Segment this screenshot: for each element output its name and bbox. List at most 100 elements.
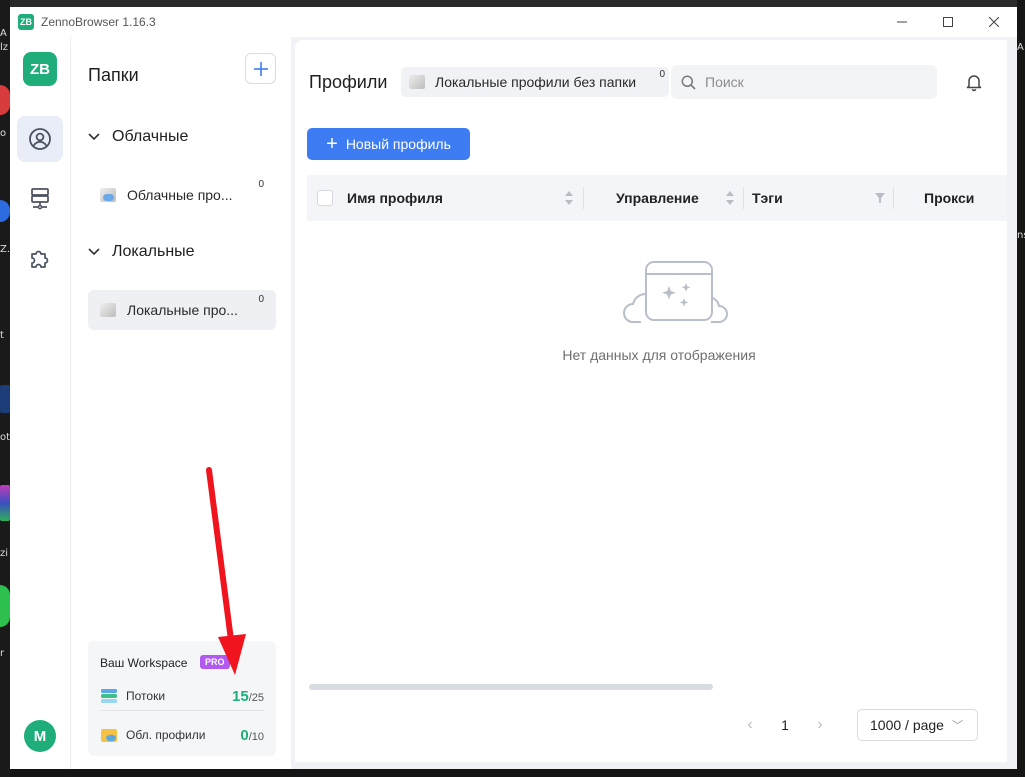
chevron-down-icon [88, 133, 100, 141]
sort-icon[interactable] [725, 189, 735, 207]
desktop-label-fragment: ot [0, 432, 11, 443]
breadcrumb-label: Локальные профили без папки [435, 74, 637, 90]
new-profile-label: Новый профиль [345, 136, 451, 152]
prev-page-button[interactable]: ‹ [735, 716, 765, 734]
desktop-label-fragment: lz [0, 42, 9, 53]
folder-count: 0 [258, 179, 264, 190]
threads-total: /25 [248, 691, 264, 704]
app-badge-icon: ZB [18, 14, 34, 30]
desktop-label-fragment: o [0, 128, 7, 139]
group-cloud-toggle[interactable]: Облачные [88, 128, 188, 146]
sort-icon[interactable] [564, 189, 574, 207]
cloud-folder-icon [101, 729, 117, 742]
pagination: ‹ 1 › 1000 / page ﹀ [735, 709, 978, 741]
column-header-name[interactable]: Имя профиля [347, 175, 443, 221]
folders-title: Папки [88, 65, 139, 85]
title-bar[interactable]: ZB ZennoBrowser 1.16.3 [10, 7, 1017, 37]
column-header-control[interactable]: Управление [616, 175, 699, 221]
table-header: Имя профиля Управление Тэги Прокси [307, 175, 1007, 221]
minimize-button[interactable] [879, 7, 925, 37]
group-label: Облачные [112, 128, 189, 145]
next-page-button[interactable]: › [805, 716, 835, 734]
folder-item-local[interactable]: Локальные про... 0 [88, 290, 276, 330]
close-button[interactable] [971, 7, 1017, 37]
column-header-tags[interactable]: Тэги [752, 175, 783, 221]
app-logo[interactable]: ZB [23, 52, 57, 86]
profiles-content: Профили Локальные профили без папки 0 + … [295, 40, 1007, 762]
plus-icon [253, 61, 268, 76]
group-local-toggle[interactable]: Локальные [88, 243, 195, 261]
nav-proxy-button[interactable] [17, 175, 63, 221]
page-size-select[interactable]: 1000 / page ﹀ [857, 709, 978, 741]
pro-badge: PRO [200, 655, 230, 669]
close-icon [989, 17, 999, 27]
desktop-icon-fragment [0, 200, 10, 222]
add-folder-button[interactable] [245, 53, 276, 84]
cloud-profiles-used: 0 [240, 726, 249, 744]
desktop-label-fragment: t [0, 330, 4, 341]
notifications-button[interactable] [963, 71, 985, 93]
chevron-down-icon [88, 248, 100, 256]
workspace-row-label: Потоки [126, 689, 166, 703]
minimize-icon [897, 21, 907, 23]
horizontal-scrollbar[interactable] [309, 684, 713, 690]
select-all-checkbox[interactable] [317, 190, 333, 206]
plus-icon: + [326, 133, 338, 155]
nav-rail: ZB M [10, 37, 71, 769]
workspace-row-label: Обл. профили [126, 728, 206, 742]
local-folder-icon [409, 75, 425, 89]
desktop-label-fragment: A [1017, 42, 1024, 53]
filter-icon[interactable] [874, 192, 886, 204]
folder-label: Облачные про... [127, 187, 233, 203]
folders-panel: Папки Облачные Облачные про... 0 Локальн… [71, 37, 291, 769]
search-icon [681, 75, 696, 90]
column-divider [583, 187, 584, 209]
threads-used: 15 [232, 687, 249, 705]
user-avatar[interactable]: M [24, 720, 56, 752]
empty-state-text: Нет данных для отображения [562, 347, 756, 363]
workspace-row-value: 15/25 [232, 688, 264, 705]
bell-icon [966, 75, 982, 92]
breadcrumb[interactable]: Локальные профили без папки 0 [401, 67, 669, 97]
network-icon [31, 188, 49, 210]
search-input[interactable] [705, 74, 925, 90]
folder-label: Локальные про... [127, 302, 238, 318]
local-folder-icon [100, 303, 116, 317]
workspace-cloud-profiles-row: Обл. профили 0/10 [100, 726, 264, 744]
page-title: Профили [309, 72, 388, 92]
workspace-row-value: 0/10 [240, 727, 264, 744]
workspace-divider [100, 710, 264, 711]
desktop-icon-fragment [0, 385, 10, 413]
window-title: ZennoBrowser 1.16.3 [41, 15, 156, 29]
folder-count: 0 [258, 294, 264, 305]
workspace-title: Ваш Workspace [100, 656, 188, 670]
empty-state-icon [623, 261, 728, 323]
new-profile-button[interactable]: + Новый профиль [307, 128, 470, 160]
desktop-icon-fragment [0, 585, 10, 627]
breadcrumb-count: 0 [659, 69, 665, 80]
nav-profiles-button[interactable] [17, 116, 63, 162]
page-size-value: 1000 / page [870, 717, 944, 733]
desktop-label-fragment: zi [0, 548, 9, 559]
profile-icon [29, 128, 51, 150]
threads-icon [101, 689, 117, 703]
nav-extensions-button[interactable] [17, 235, 63, 281]
desktop-right-strip: A ns [1017, 0, 1025, 777]
window-controls [879, 7, 1017, 37]
workspace-threads-row: Потоки 15/25 [100, 687, 264, 705]
desktop-left-strip: A lz o Z.z t ot zi r [0, 0, 15, 777]
desktop-label-fragment: r [0, 648, 5, 659]
column-header-proxy[interactable]: Прокси [924, 175, 974, 221]
desktop-label-fragment: ns [1017, 230, 1025, 241]
chevron-down-icon: ﹀ [951, 720, 963, 732]
maximize-icon [943, 17, 953, 27]
maximize-button[interactable] [925, 7, 971, 37]
puzzle-icon [31, 250, 49, 268]
workspace-card: Ваш Workspace PRO Потоки 15/25 Обл. проф… [88, 641, 276, 756]
column-divider [893, 187, 894, 209]
page-number[interactable]: 1 [765, 717, 805, 733]
group-label: Локальные [112, 243, 195, 260]
desktop-label-fragment: A [0, 28, 7, 39]
search-box[interactable] [671, 65, 937, 99]
folder-item-cloud[interactable]: Облачные про... 0 [88, 175, 276, 215]
